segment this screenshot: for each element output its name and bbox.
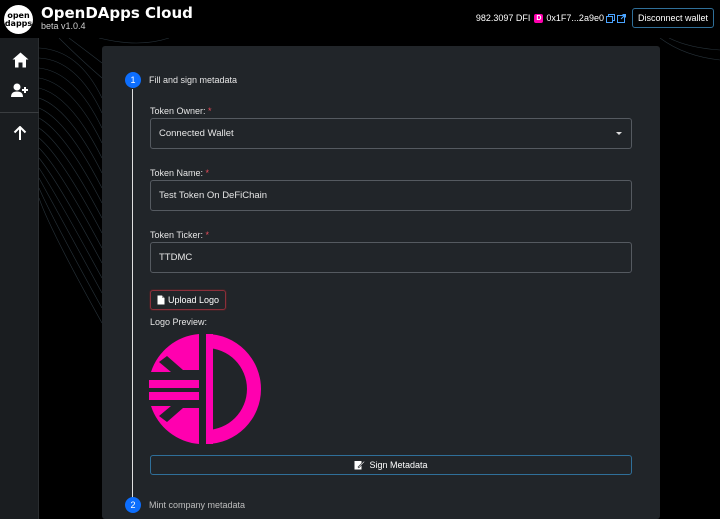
step-1-number: 1 [125,72,141,88]
token-name-value: Test Token On DeFiChain [159,190,268,201]
disconnect-wallet-button[interactable]: Disconnect wallet [631,8,714,28]
copy-icon[interactable] [605,13,615,23]
top-header: open dapps OpenDApps Cloud beta v1.0.4 98… [0,0,720,38]
logo-preview-label: Logo Preview: [150,317,208,327]
token-ticker-label: Token Ticker: * [150,230,210,240]
chevron-down-icon [616,132,622,135]
upload-logo-label: Upload Logo [167,295,220,305]
main-panel [102,46,660,519]
sidebar-divider [0,112,39,113]
token-owner-value: Connected Wallet [159,128,234,139]
sign-metadata-label: Sign Metadata [369,460,428,470]
app-version: beta v1.0.4 [41,21,86,31]
sign-icon [354,460,366,470]
app-title: OpenDApps Cloud [41,4,193,22]
logo-preview-image [149,334,261,444]
sign-metadata-button[interactable]: Sign Metadata [150,455,632,475]
token-ticker-input[interactable]: TTDMC [150,242,632,273]
step-1-title: Fill and sign metadata [149,75,238,85]
external-link-icon[interactable] [616,13,626,23]
add-user-icon [11,83,28,97]
home-icon [12,52,28,68]
defichain-icon: D [534,13,544,23]
wallet-address: 0x1F7...2a9e0 [546,13,604,23]
wallet-info: 982.3097 DFI D 0x1F7...2a9e0 Disconnect … [476,8,714,28]
app-logo[interactable]: open dapps [4,5,33,34]
upload-logo-button[interactable]: Upload Logo [150,290,226,310]
token-owner-select[interactable]: Connected Wallet [150,118,632,149]
wallet-balance: 982.3097 DFI [475,13,531,23]
token-ticker-value: TTDMC [159,252,193,263]
arrow-up-icon [13,125,27,140]
step-2-number: 2 [125,497,141,513]
token-name-label: Token Name: * [150,168,210,178]
stepper-line [132,89,133,499]
sidebar-item-upload[interactable] [8,121,32,145]
token-owner-label: Token Owner: * [150,106,212,116]
sidebar-item-add-user[interactable] [8,78,32,102]
sidebar-item-home[interactable] [8,48,32,72]
token-name-input[interactable]: Test Token On DeFiChain [150,180,632,211]
step-2-title: Mint company metadata [149,500,246,510]
file-icon [157,295,165,305]
sidebar [0,38,39,519]
